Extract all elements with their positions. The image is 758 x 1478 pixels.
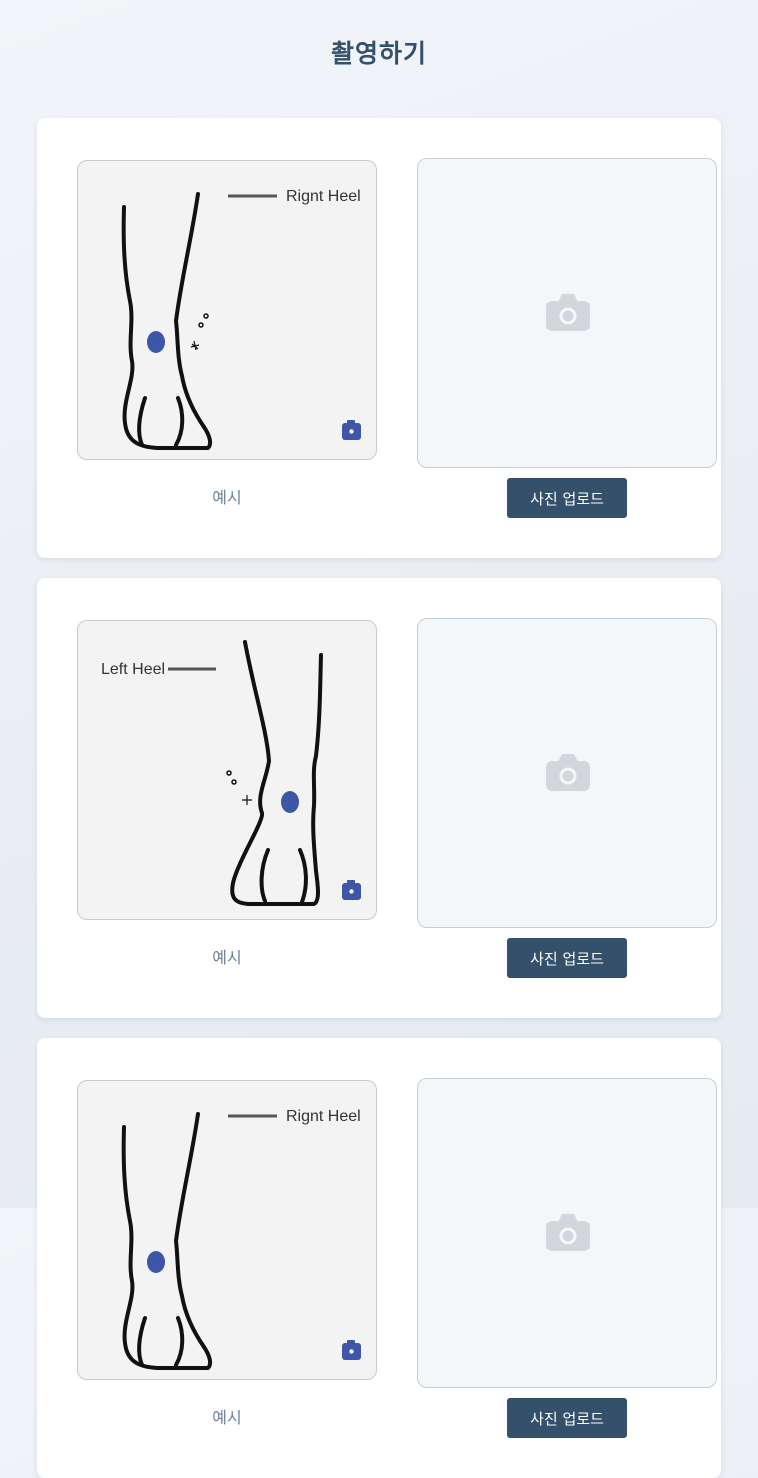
example-image: Left Heel <box>77 620 377 920</box>
camera-icon <box>546 754 590 791</box>
right-heel-illustration: Rignt Heel <box>121 1108 361 1370</box>
photo-upload-button[interactable]: 사진 업로드 <box>507 478 627 518</box>
camera-icon <box>546 294 590 331</box>
photo-upload-area[interactable] <box>417 158 717 468</box>
example-image: Rignt Heel <box>77 1080 377 1380</box>
right-heel-illustration: Rignt Heel <box>121 188 361 450</box>
left-heel-illustration: Left Heel <box>101 640 361 906</box>
camera-badge-icon <box>342 880 361 900</box>
example-caption: 예시 <box>212 488 242 507</box>
camera-badge-icon <box>342 420 361 440</box>
photo-card-left-heel: Left Heel 예시 사진 업로드 <box>37 578 721 1018</box>
example-caption: 예시 <box>212 948 242 967</box>
photo-upload-button[interactable]: 사진 업로드 <box>507 1398 627 1438</box>
camera-badge-icon <box>342 1340 361 1360</box>
heel-label: Rignt Heel <box>286 188 361 205</box>
photo-upload-button[interactable]: 사진 업로드 <box>507 938 627 978</box>
heel-label: Rignt Heel <box>286 1108 361 1125</box>
page-title: 촬영하기 <box>330 39 427 68</box>
heel-label: Left Heel <box>101 661 165 678</box>
camera-icon <box>546 1214 590 1251</box>
example-image: Rignt Heel <box>77 160 377 460</box>
photo-upload-area[interactable] <box>417 1078 717 1388</box>
photo-upload-area[interactable] <box>417 618 717 928</box>
photo-card-right-heel: Rignt Heel 예시 사진 업로드 <box>37 118 721 558</box>
example-caption: 예시 <box>212 1408 242 1427</box>
photo-card-right-heel: Rignt Heel 예시 사진 업로드 <box>37 1038 721 1478</box>
